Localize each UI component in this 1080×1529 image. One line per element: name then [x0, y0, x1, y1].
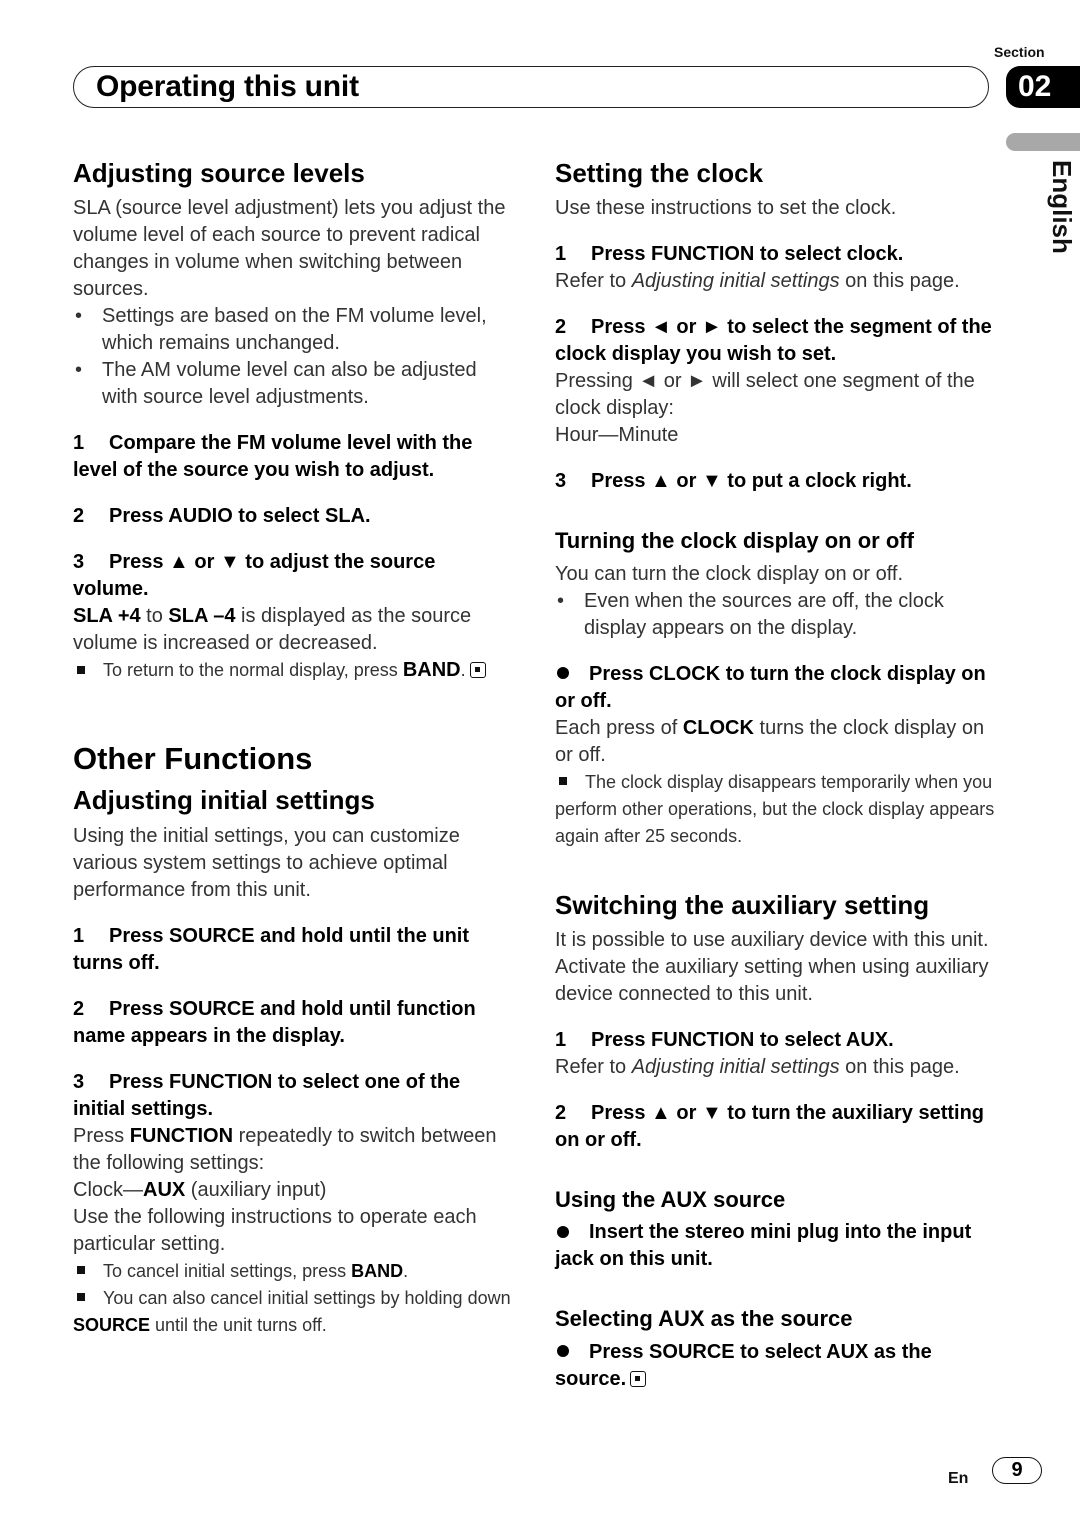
clock-step: 2 Press ◄ or ► to select the segment of t…	[555, 316, 992, 366]
initial-note: To cancel initial settings, press BAND.	[73, 1258, 513, 1285]
end-mark-icon	[469, 662, 486, 679]
page-title: Operating this unit	[96, 70, 359, 103]
select-aux-action: Press SOURCE to select AUX as the source…	[555, 1340, 932, 1390]
square-bullet-icon	[77, 1293, 85, 1302]
initial-note: You can also cancel initial settings by …	[73, 1287, 511, 1335]
round-bullet-icon	[557, 667, 569, 680]
sla-bullet: The AM volume level can also be adjusted…	[73, 357, 513, 411]
initial-settings-heading: Adjusting initial settings	[73, 785, 375, 816]
header-bar: Operating this unit	[73, 66, 989, 108]
initial-step: 3 Press FUNCTION to select one of the ini…	[73, 1070, 461, 1120]
clock-display-heading: Turning the clock display on or off	[555, 528, 914, 554]
initial-step3-after: Use the following instructions to operat…	[73, 1205, 477, 1255]
aux-intro: It is possible to use auxiliary device w…	[555, 928, 989, 1005]
clock-step2-sequence: Hour—Minute	[555, 424, 679, 447]
aux-source-heading: Using the AUX source	[555, 1186, 786, 1212]
sla-step: 3 Press ▲ or ▼ to adjust the source volum…	[73, 551, 436, 601]
left-column: Adjusting source levels SLA (source leve…	[73, 158, 513, 1339]
clock-display-intro: You can turn the clock display on or off…	[555, 562, 903, 585]
round-bullet-icon	[557, 1225, 569, 1238]
sla-intro: SLA (source level adjustment) lets you a…	[73, 197, 506, 301]
section-number-tab: 02	[1006, 66, 1080, 108]
aux-step1-desc: Refer to Adjusting initial settings on t…	[555, 1055, 960, 1078]
aux-heading: Switching the auxiliary setting	[555, 889, 930, 920]
footer-language-code: En	[948, 1470, 969, 1487]
language-label: English	[1047, 160, 1077, 254]
sla-heading: Adjusting source levels	[73, 158, 365, 188]
clock-heading: Setting the clock	[555, 158, 764, 188]
clock-step: 3 Press ▲ or ▼ to put a clock right.	[555, 470, 912, 493]
section-label: Section	[994, 44, 1045, 60]
right-column: Setting the clock Use these instructions…	[555, 158, 995, 1393]
sla-bullet: Settings are based on the FM volume leve…	[73, 303, 513, 357]
clock-step: 1 Press FUNCTION to select clock.	[555, 243, 904, 266]
aux-source-action: Insert the stereo mini plug into the inp…	[555, 1221, 972, 1271]
language-tab	[1006, 133, 1080, 151]
sla-step3-desc: SLA +4 to SLA –4 is displayed as the sou…	[73, 605, 472, 655]
select-aux-heading: Selecting AUX as the source	[555, 1306, 853, 1332]
initial-settings-intro: Using the initial settings, you can cust…	[73, 824, 460, 901]
square-bullet-icon	[77, 665, 85, 674]
initial-step: 2 Press SOURCE and hold until function na…	[73, 997, 476, 1047]
clock-step2-desc: Pressing ◄ or ► will select one segment …	[555, 370, 975, 420]
clock-display-action: Press CLOCK to turn the clock display on…	[555, 662, 986, 712]
clock-display-desc: Each press of CLOCK turns the clock disp…	[555, 716, 985, 766]
sla-step: 2 Press AUDIO to select SLA.	[73, 505, 371, 528]
sla-note: To return to the normal display, press B…	[73, 657, 513, 684]
page-number: 9	[992, 1457, 1042, 1484]
other-functions-heading: Other Functions	[73, 741, 313, 777]
clock-display-bullet: Even when the sources are off, the clock…	[555, 588, 995, 642]
clock-display-note: The clock display disappears temporarily…	[555, 771, 995, 846]
sla-step: 1 Compare the FM volume level with the le…	[73, 432, 473, 482]
initial-step3-desc: Press FUNCTION repeatedly to switch betw…	[73, 1124, 497, 1174]
aux-step: 1 Press FUNCTION to select AUX.	[555, 1028, 894, 1051]
square-bullet-icon	[559, 777, 567, 786]
square-bullet-icon	[77, 1266, 85, 1275]
round-bullet-icon	[557, 1345, 569, 1358]
clock-step1-desc: Refer to Adjusting initial settings on t…	[555, 270, 960, 293]
initial-settings-sequence: Clock—AUX (auxiliary input)	[73, 1178, 327, 1201]
clock-intro: Use these instructions to set the clock.	[555, 197, 897, 220]
end-mark-icon	[630, 1370, 647, 1387]
aux-step: 2 Press ▲ or ▼ to turn the auxiliary sett…	[555, 1101, 985, 1151]
initial-step: 1 Press SOURCE and hold until the unit tu…	[73, 924, 470, 974]
